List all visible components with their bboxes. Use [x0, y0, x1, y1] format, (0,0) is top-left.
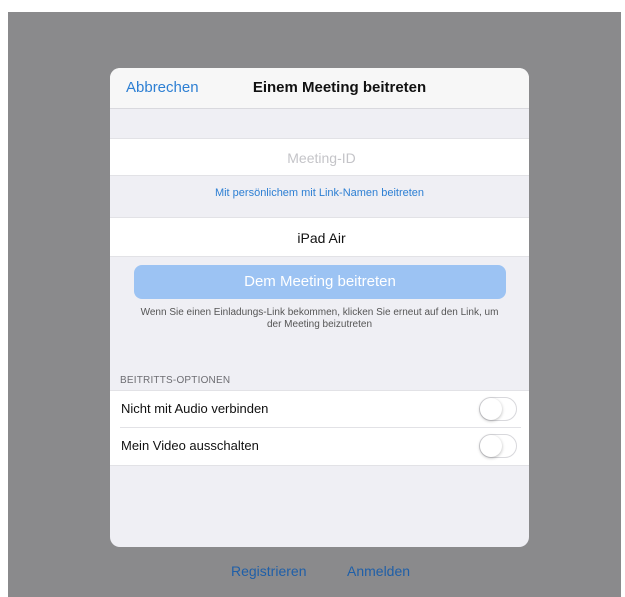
- login-link[interactable]: Anmelden: [347, 563, 410, 579]
- toggle-knob: [480, 435, 502, 457]
- option-label: Nicht mit Audio verbinden: [121, 401, 269, 416]
- dialog-title: Einem Meeting beitreten: [252, 79, 427, 96]
- device-name-row: [110, 217, 529, 258]
- meeting-id-row: [110, 138, 529, 177]
- dialog-header: Abbrechen Einem Meeting beitreten: [110, 68, 529, 109]
- invitation-hint: Wenn Sie einen Einladungs-Link bekommen,…: [140, 307, 499, 330]
- option-no-audio: Nicht mit Audio verbinden: [110, 391, 529, 428]
- join-meeting-dialog: Abbrechen Einem Meeting beitreten Mit pe…: [110, 68, 529, 547]
- join-options-list: Nicht mit Audio verbinden Mein Video aus…: [110, 390, 529, 466]
- join-meeting-button[interactable]: Dem Meeting beitreten: [134, 265, 506, 299]
- register-link[interactable]: Registrieren: [231, 563, 306, 579]
- device-name-input[interactable]: [110, 218, 529, 258]
- no-audio-toggle[interactable]: [479, 397, 517, 421]
- option-label: Mein Video ausschalten: [121, 438, 259, 453]
- video-off-toggle[interactable]: [479, 434, 517, 458]
- option-video-off: Mein Video ausschalten: [110, 428, 529, 465]
- toggle-knob: [480, 398, 502, 420]
- join-with-personal-link-name-link[interactable]: Mit persönlichem mit Link-Namen beitrete…: [110, 187, 529, 199]
- join-options-header: BEITRITTS-OPTIONEN: [120, 375, 231, 386]
- meeting-id-input[interactable]: [110, 139, 529, 177]
